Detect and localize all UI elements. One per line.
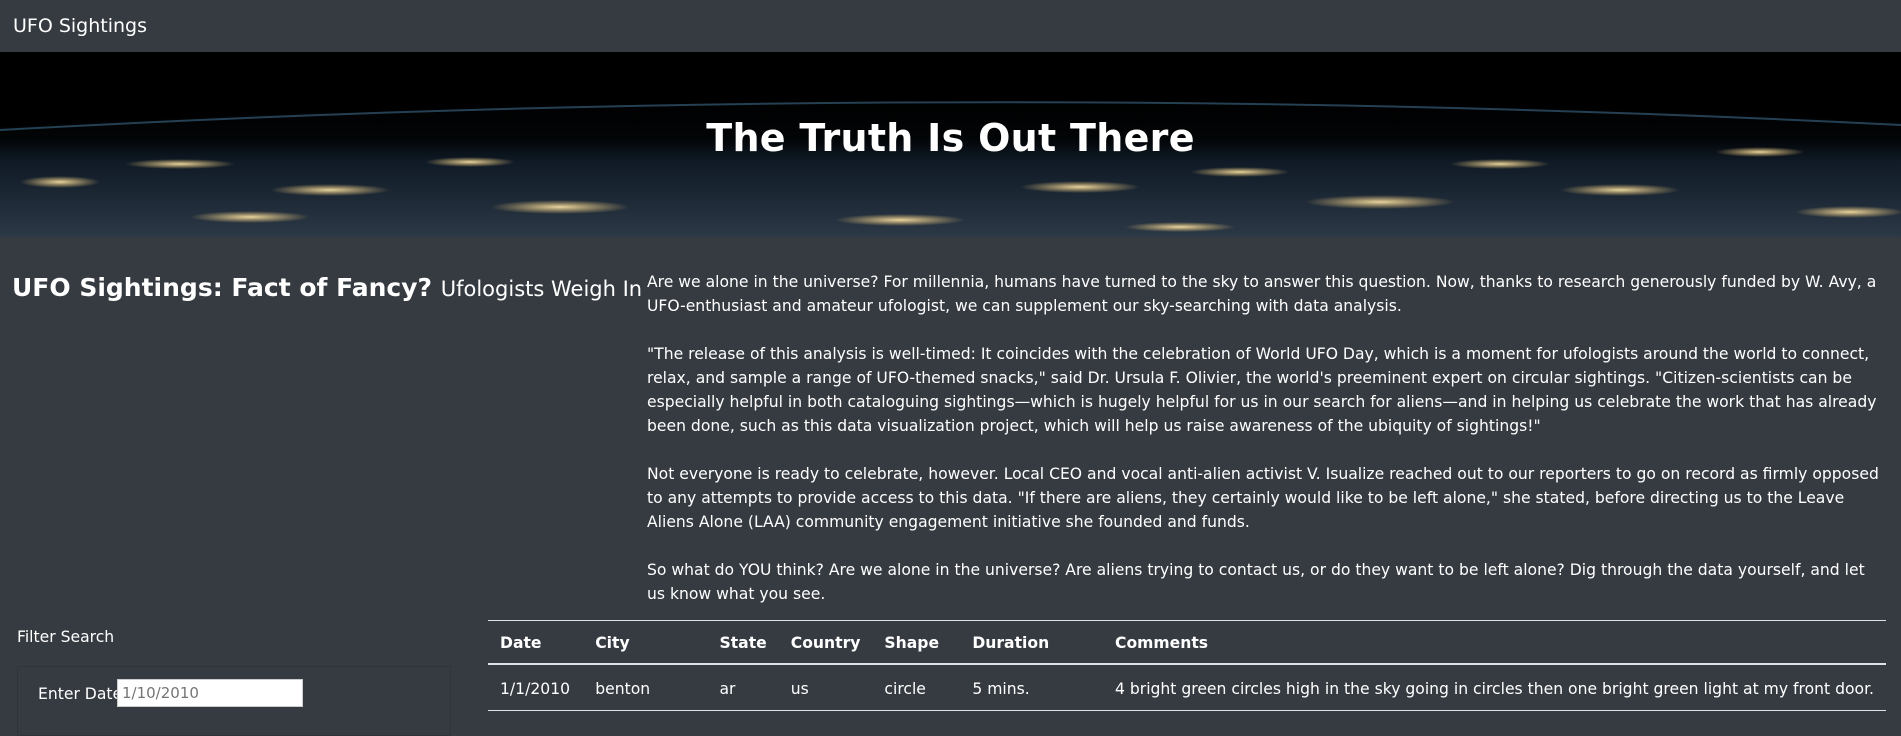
sightings-table: Date City State Country Shape Duration C… xyxy=(488,620,1886,711)
filter-title: Filter Search xyxy=(17,628,115,646)
article-paragraph: Are we alone in the universe? For millen… xyxy=(647,273,1877,315)
cell-shape: circle xyxy=(872,664,961,711)
article-title: UFO Sightings: Fact of Fancy? xyxy=(12,273,433,302)
date-input[interactable] xyxy=(117,679,303,707)
article-paragraph: "The release of this analysis is well-ti… xyxy=(647,345,1877,435)
cell-city: benton xyxy=(583,664,708,711)
hero-banner: The Truth Is Out There xyxy=(0,52,1901,237)
brand-link[interactable]: UFO Sightings xyxy=(13,15,147,37)
column-header-shape: Shape xyxy=(872,620,961,665)
cell-country: us xyxy=(778,664,873,711)
article-heading: UFO Sightings: Fact of Fancy? Ufologists… xyxy=(12,273,642,302)
column-header-duration: Duration xyxy=(960,620,1103,665)
article-paragraph: Not everyone is ready to celebrate, howe… xyxy=(647,465,1879,531)
hero-title: The Truth Is Out There xyxy=(706,116,1195,160)
date-label: Enter Date xyxy=(38,685,123,703)
column-header-city: City xyxy=(583,620,708,665)
intro-section: UFO Sightings: Fact of Fancy? Ufologists… xyxy=(0,237,1901,612)
article-paragraph: So what do YOU think? Are we alone in th… xyxy=(647,561,1865,603)
article-subtitle: Ufologists Weigh In xyxy=(440,277,643,301)
column-header-date: Date xyxy=(488,620,584,665)
cell-duration: 5 mins. xyxy=(960,664,1103,711)
column-header-country: Country xyxy=(778,620,873,665)
cell-date: 1/1/2010 xyxy=(488,664,584,711)
cell-state: ar xyxy=(707,664,779,711)
navbar: UFO Sightings xyxy=(0,0,1901,52)
filter-panel: Enter Date xyxy=(17,666,451,736)
table-row: 1/1/2010 benton ar us circle 5 mins. 4 b… xyxy=(488,664,1886,711)
column-header-state: State xyxy=(707,620,779,665)
column-header-comments: Comments xyxy=(1103,620,1886,665)
table-header-row: Date City State Country Shape Duration C… xyxy=(488,620,1886,665)
article-body: Are we alone in the universe? For millen… xyxy=(647,270,1887,630)
cell-comments: 4 bright green circles high in the sky g… xyxy=(1103,664,1886,711)
